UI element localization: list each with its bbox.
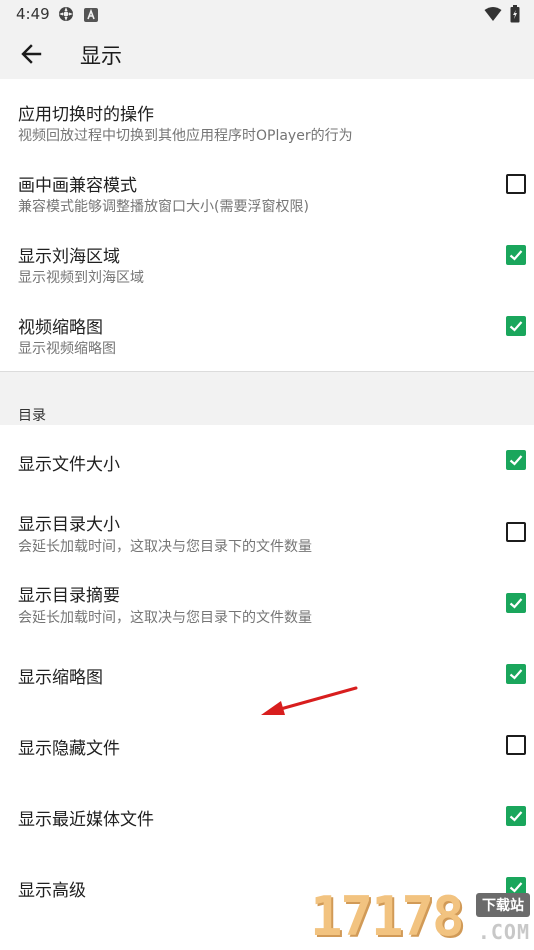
checkbox-checked[interactable]: [506, 806, 526, 826]
pref-video-thumbnail[interactable]: 视频缩略图 显示视频缩略图: [0, 292, 534, 363]
watermark-number: 17178: [310, 885, 465, 948]
pref-title: 显示缩略图: [18, 668, 103, 688]
pref-summary: 兼容模式能够调整播放窗口大小(需要浮窗权限): [18, 199, 309, 215]
pref-pip-compat-mode[interactable]: 画中画兼容模式 兼容模式能够调整播放窗口大小(需要浮窗权限): [0, 150, 534, 221]
watermark-logo: 17178 下载站 .COM: [308, 886, 534, 950]
watermark-domain: .COM: [477, 920, 530, 944]
pref-show-recent-media[interactable]: 显示最近媒体文件: [0, 780, 534, 851]
checkbox-checked[interactable]: [506, 245, 526, 265]
category-title: 目录: [18, 408, 46, 424]
check-icon: [509, 669, 523, 680]
pref-summary: 显示视频缩略图: [18, 341, 116, 357]
checkbox-checked[interactable]: [506, 450, 526, 470]
pref-title: 显示隐藏文件: [18, 739, 120, 759]
pref-show-dir-size[interactable]: 显示目录大小 会延长加载时间，这取决与您目录下的文件数量: [0, 496, 534, 567]
check-icon: [509, 598, 523, 609]
pref-title: 显示目录大小: [18, 515, 120, 535]
status-time: 4:49: [16, 5, 50, 23]
app-bar: 显示: [0, 28, 534, 80]
checkbox-unchecked[interactable]: [506, 174, 526, 194]
checkbox-unchecked[interactable]: [506, 735, 526, 755]
page-title: 显示: [80, 44, 122, 68]
pref-summary: 显示视频到刘海区域: [18, 270, 144, 286]
category-header: 目录: [0, 371, 534, 426]
checkbox-unchecked[interactable]: [506, 522, 526, 542]
watermark-badge: 下载站: [476, 893, 530, 917]
status-icons-left: [58, 6, 98, 26]
pref-title: 显示刘海区域: [18, 247, 120, 267]
check-icon: [509, 811, 523, 822]
pref-app-switch-action[interactable]: 应用切换时的操作 视频回放过程中切换到其他应用程序时OPlayer的行为: [0, 79, 534, 150]
pref-title: 画中画兼容模式: [18, 176, 137, 196]
status-bar: 4:49: [0, 0, 534, 28]
annotation-arrow-icon: [261, 686, 358, 715]
pref-title: 显示目录摘要: [18, 586, 120, 606]
checkbox-checked[interactable]: [506, 664, 526, 684]
pref-show-notch-area[interactable]: 显示刘海区域 显示视频到刘海区域: [0, 221, 534, 292]
settings-gear-icon: [58, 6, 74, 26]
preference-group-display: 应用切换时的操作 视频回放过程中切换到其他应用程序时OPlayer的行为 画中画…: [0, 79, 534, 363]
arrow-left-icon: [21, 44, 42, 64]
pref-summary: 视频回放过程中切换到其他应用程序时OPlayer的行为: [18, 128, 353, 144]
wifi-icon: [484, 6, 502, 26]
checkbox-checked[interactable]: [506, 593, 526, 613]
preference-group-directory: 显示文件大小 显示目录大小 会延长加载时间，这取决与您目录下的文件数量 显示目录…: [0, 425, 534, 922]
check-icon: [509, 455, 523, 466]
check-icon: [509, 250, 523, 261]
pref-title: 应用切换时的操作: [18, 105, 154, 125]
pref-title: 显示最近媒体文件: [18, 810, 154, 830]
pref-show-dir-summary[interactable]: 显示目录摘要 会延长加载时间，这取决与您目录下的文件数量: [0, 567, 534, 638]
pref-summary: 会延长加载时间，这取决与您目录下的文件数量: [18, 610, 312, 626]
pref-title: 显示文件大小: [18, 455, 120, 475]
checkbox-checked[interactable]: [506, 316, 526, 336]
pref-title: 视频缩略图: [18, 318, 103, 338]
battery-icon: [510, 5, 520, 27]
a-badge-icon: [84, 7, 98, 26]
pref-show-file-size[interactable]: 显示文件大小: [0, 425, 534, 496]
back-button[interactable]: [18, 40, 46, 68]
check-icon: [509, 321, 523, 332]
pref-summary: 会延长加载时间，这取决与您目录下的文件数量: [18, 539, 312, 555]
status-icons-right: [484, 5, 520, 27]
pref-title: 显示高级: [18, 881, 86, 901]
